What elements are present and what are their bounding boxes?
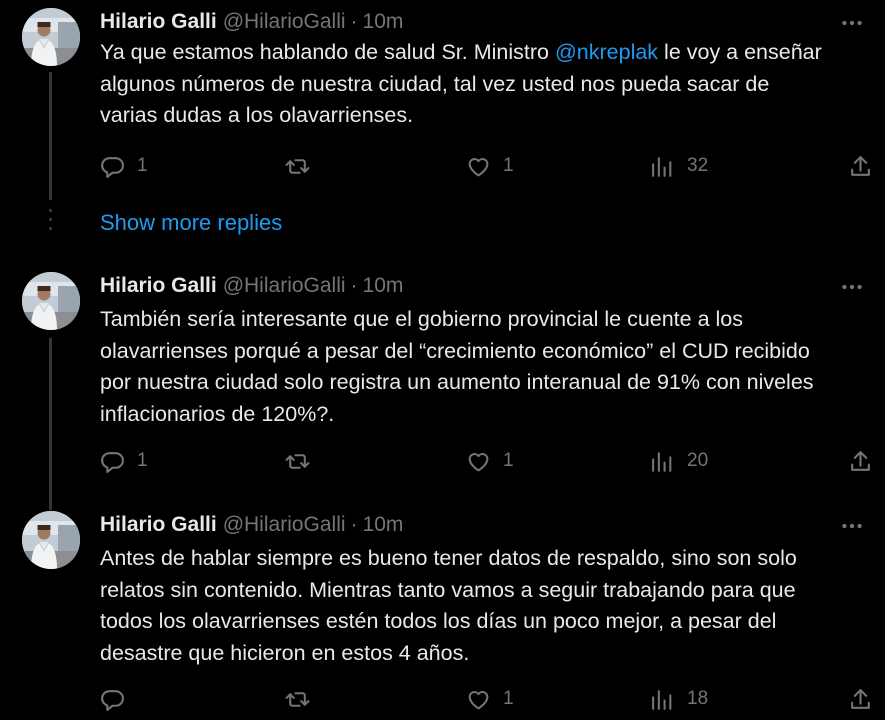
profile-photo bbox=[22, 511, 80, 569]
reply-count: 1 bbox=[137, 450, 148, 471]
thread-line bbox=[49, 72, 52, 200]
views-button[interactable]: 20 bbox=[650, 446, 708, 476]
author-handle[interactable]: @HilarioGalli bbox=[223, 10, 346, 34]
tweet-text: Ya que estamos hablando de salud Sr. Min… bbox=[100, 37, 870, 132]
thread-dots bbox=[49, 209, 52, 236]
separator: · bbox=[350, 274, 358, 297]
views-button[interactable]: 32 bbox=[650, 151, 708, 181]
show-more-replies-link[interactable]: Show more replies bbox=[100, 210, 282, 236]
views-icon bbox=[650, 687, 675, 712]
views-button[interactable]: 18 bbox=[650, 684, 708, 714]
text-line: Antes de hablar siempre es bueno tener d… bbox=[100, 546, 797, 570]
share-button[interactable] bbox=[848, 446, 873, 476]
action-bar: 1 18 bbox=[100, 684, 880, 714]
retweet-icon bbox=[285, 687, 310, 712]
reply-icon bbox=[100, 154, 125, 179]
reply-count: 1 bbox=[137, 155, 148, 176]
text-line: varias dudas a los olavarrienses. bbox=[100, 103, 414, 127]
like-count: 1 bbox=[503, 155, 514, 176]
share-button[interactable] bbox=[848, 684, 873, 714]
like-icon bbox=[466, 449, 491, 474]
timestamp[interactable]: 10m bbox=[363, 513, 404, 537]
share-icon bbox=[848, 154, 873, 179]
thread-line bbox=[49, 338, 52, 510]
reply-icon bbox=[100, 449, 125, 474]
text-line: algunos números de nuestra ciudad, tal v… bbox=[100, 71, 770, 96]
tweet-1[interactable]: Hilario Galli @HilarioGalli · 10m Ya que… bbox=[0, 0, 885, 200]
timestamp[interactable]: 10m bbox=[363, 274, 404, 298]
retweet-icon bbox=[285, 449, 310, 474]
more-options-icon[interactable] bbox=[839, 513, 865, 537]
profile-photo bbox=[22, 8, 80, 66]
reply-button[interactable]: 1 bbox=[100, 151, 148, 181]
retweet-button[interactable] bbox=[285, 684, 322, 714]
views-count: 18 bbox=[687, 688, 709, 709]
author-handle[interactable]: @HilarioGalli bbox=[223, 513, 346, 537]
tweet-text: También sería interesante que el gobiern… bbox=[100, 304, 870, 430]
author-name[interactable]: Hilario Galli bbox=[100, 274, 217, 298]
text-line: Ya que estamos hablando de salud Sr. Min… bbox=[100, 40, 822, 64]
share-icon bbox=[848, 449, 873, 474]
views-icon bbox=[650, 154, 675, 179]
more-options-icon[interactable] bbox=[839, 10, 865, 34]
like-count: 1 bbox=[503, 450, 514, 471]
text-line: por nuestra ciudad solo registra un aume… bbox=[100, 370, 814, 394]
text-line: desastre que hicieron en estos 4 años. bbox=[100, 640, 470, 665]
tweet-2[interactable]: Hilario Galli @HilarioGalli · 10m Tambié… bbox=[0, 270, 885, 510]
separator: · bbox=[350, 10, 358, 33]
like-icon bbox=[466, 687, 491, 712]
tweet-3[interactable]: Hilario Galli @HilarioGalli · 10m Antes … bbox=[0, 509, 885, 720]
text-line: olavarrienses porqué a pesar del “crecim… bbox=[100, 338, 810, 363]
like-button[interactable]: 1 bbox=[466, 446, 514, 476]
views-count: 20 bbox=[687, 450, 709, 471]
tweet-header: Hilario Galli @HilarioGalli · 10m bbox=[100, 510, 403, 540]
like-button[interactable]: 1 bbox=[466, 684, 514, 714]
like-count: 1 bbox=[503, 688, 514, 709]
like-button[interactable]: 1 bbox=[466, 151, 514, 181]
avatar[interactable] bbox=[22, 272, 80, 330]
retweet-icon bbox=[285, 154, 310, 179]
reply-button[interactable] bbox=[100, 684, 137, 714]
more-options-icon[interactable] bbox=[839, 274, 865, 298]
reply-button[interactable]: 1 bbox=[100, 446, 148, 476]
retweet-button[interactable] bbox=[285, 151, 322, 181]
separator: · bbox=[350, 513, 358, 536]
text-line: inflacionarios de 120%?. bbox=[100, 401, 335, 426]
tweet-text: Antes de hablar siempre es bueno tener d… bbox=[100, 543, 870, 669]
avatar[interactable] bbox=[22, 8, 80, 66]
retweet-button[interactable] bbox=[285, 446, 322, 476]
timestamp[interactable]: 10m bbox=[363, 10, 404, 34]
avatar[interactable] bbox=[22, 511, 80, 569]
profile-photo bbox=[22, 272, 80, 330]
action-bar: 1 1 32 bbox=[100, 151, 880, 181]
tweet-header: Hilario Galli @HilarioGalli · 10m bbox=[100, 271, 403, 301]
reply-icon bbox=[100, 687, 125, 712]
author-name[interactable]: Hilario Galli bbox=[100, 513, 217, 537]
text-line: relatos sin contenido. Mientras tanto va… bbox=[100, 577, 796, 602]
views-icon bbox=[650, 449, 675, 474]
text-line: todos los olavarrienses estén todos los … bbox=[100, 609, 777, 633]
like-icon bbox=[466, 154, 491, 179]
action-bar: 1 1 20 bbox=[100, 446, 880, 476]
mention-link[interactable]: @nkreplak bbox=[555, 40, 658, 64]
share-icon bbox=[848, 687, 873, 712]
author-name[interactable]: Hilario Galli bbox=[100, 10, 217, 34]
author-handle[interactable]: @HilarioGalli bbox=[223, 274, 346, 298]
views-count: 32 bbox=[687, 155, 709, 176]
text-line: También sería interesante que el gobiern… bbox=[100, 307, 744, 331]
share-button[interactable] bbox=[848, 151, 873, 181]
tweet-header: Hilario Galli @HilarioGalli · 10m bbox=[100, 7, 403, 37]
